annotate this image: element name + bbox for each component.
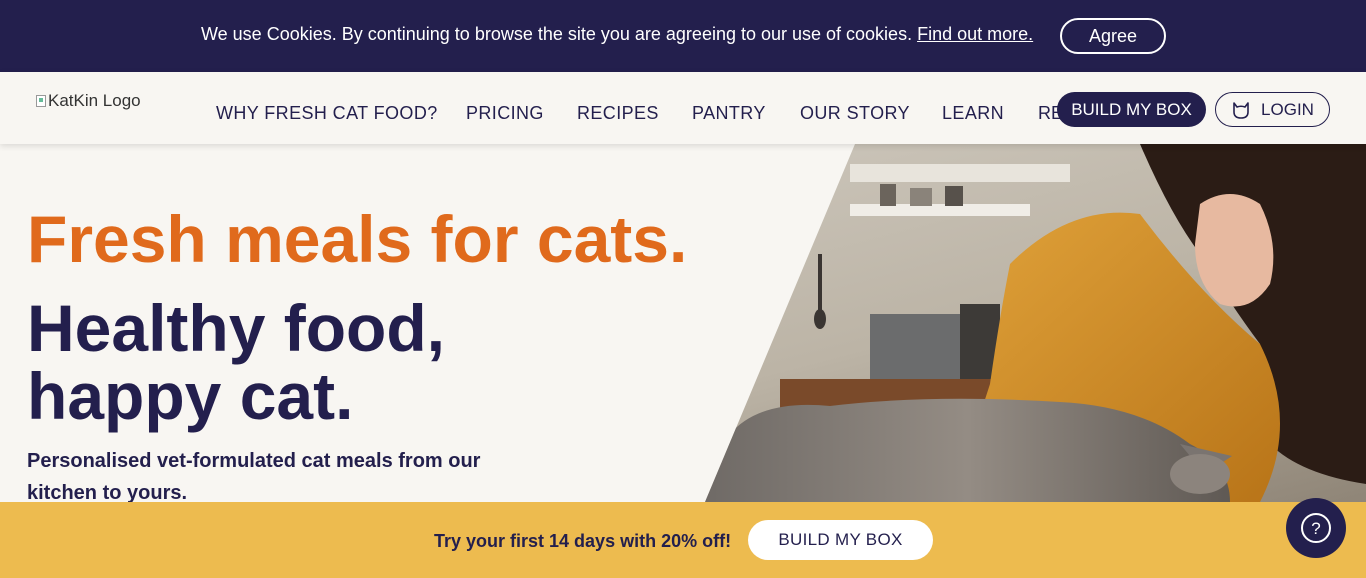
question-mark-icon: ? [1301,513,1331,543]
nav-pantry[interactable]: PANTRY [692,103,766,124]
nav-learn[interactable]: LEARN [942,103,1004,124]
promo-bar: Try your first 14 days with 20% off! BUI… [0,502,1366,578]
help-button[interactable]: ? [1286,498,1346,558]
nav-why-fresh-cat-food[interactable]: WHY FRESH CAT FOOD? [216,103,438,124]
header-build-my-box-button[interactable]: BUILD MY BOX [1057,92,1206,127]
help-symbol: ? [1311,519,1320,538]
cat-head-icon [1233,101,1249,119]
hero-title-orange: Fresh meals for cats. [27,202,688,276]
hero-subtitle: Personalised vet-formulated cat meals fr… [27,450,481,502]
login-button[interactable]: LOGIN [1215,92,1330,127]
hero-title-navy: Healthy food, happy cat. [27,291,446,433]
broken-image-icon [36,95,46,107]
site-header: KatKin Logo WHY FRESH CAT FOOD? PRICING … [0,72,1366,144]
logo-alt-text: KatKin Logo [48,91,141,110]
katkin-logo[interactable]: KatKin Logo [36,91,141,111]
promo-build-my-box-button[interactable]: BUILD MY BOX [748,520,933,560]
login-label: LOGIN [1261,99,1314,119]
hero-section: Fresh meals for cats. Healthy food, happ… [0,144,1366,502]
nav-pricing[interactable]: PRICING [466,103,544,124]
cookie-message: We use Cookies. By continuing to browse … [201,24,913,44]
nav-our-story[interactable]: OUR STORY [800,103,910,124]
cookie-banner: We use Cookies. By continuing to browse … [0,0,1366,72]
cookie-agree-button[interactable]: Agree [1060,18,1166,54]
nav-recipes[interactable]: RECIPES [577,103,659,124]
cookie-find-out-more-link[interactable]: Find out more. [917,24,1033,44]
promo-text: Try your first 14 days with 20% off! [434,531,732,551]
cookie-message-container: We use Cookies. By continuing to browse … [201,24,1033,45]
